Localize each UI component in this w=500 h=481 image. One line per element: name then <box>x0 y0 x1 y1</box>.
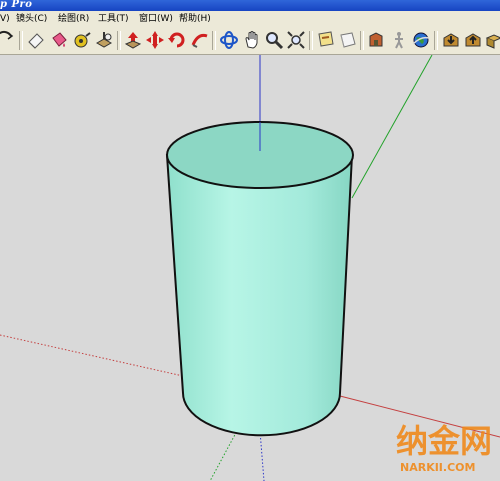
menu-camera[interactable]: 镜头(C) <box>16 11 47 27</box>
menu-tools[interactable]: 工具(T) <box>98 11 129 27</box>
blue-axis-negative <box>259 430 265 481</box>
green-axis <box>351 55 433 199</box>
watermark-logo: 纳金网 NARKII.COM <box>396 422 492 474</box>
green-axis-negative <box>209 428 239 481</box>
section-plane-icon[interactable] <box>316 30 336 50</box>
eraser-icon[interactable] <box>26 30 46 50</box>
rotate-icon[interactable] <box>167 30 187 50</box>
toolbar-separator <box>309 31 313 50</box>
follow-me-icon[interactable] <box>190 30 210 50</box>
google-earth-icon[interactable] <box>411 30 431 50</box>
cylinder-body[interactable] <box>165 154 354 437</box>
toolbar <box>0 27 500 55</box>
model-icon[interactable] <box>366 30 386 50</box>
walk-icon[interactable] <box>389 30 409 50</box>
paint-bucket-icon[interactable] <box>49 30 69 50</box>
get-models-icon[interactable] <box>441 30 461 50</box>
watermark-url: NARKII.COM <box>400 461 475 474</box>
watermark-brand: 纳金网 <box>396 422 492 460</box>
red-axis-negative <box>0 334 184 377</box>
push-pull-red-icon[interactable] <box>123 30 143 50</box>
share-model-icon[interactable] <box>463 30 483 50</box>
toolbar-separator <box>117 31 121 50</box>
menu-help[interactable]: 帮助(H) <box>179 11 211 27</box>
menu-window[interactable]: 窗口(W) <box>139 11 173 27</box>
pan-icon[interactable] <box>242 30 262 50</box>
components-icon[interactable] <box>485 30 500 50</box>
menu-bar: V) 镜头(C) 绘图(R) 工具(T) 窗口(W) 帮助(H) <box>0 11 500 28</box>
toolbar-separator <box>19 31 23 50</box>
offset-icon[interactable] <box>338 30 358 50</box>
orbit-partial-icon[interactable] <box>0 30 14 50</box>
zoom-icon[interactable] <box>264 30 284 50</box>
toolbar-separator <box>360 31 364 50</box>
tape-measure-icon[interactable] <box>72 30 92 50</box>
toolbar-separator <box>434 31 438 50</box>
orbit-icon[interactable] <box>219 30 239 50</box>
zoom-extents-icon[interactable] <box>286 30 306 50</box>
move-icon[interactable] <box>145 30 165 50</box>
title-bar: p Pro <box>0 0 500 11</box>
menu-draw[interactable]: 绘图(R) <box>58 11 89 27</box>
toolbar-separator <box>212 31 216 50</box>
modeling-viewport[interactable]: 纳金网 NARKII.COM <box>0 55 500 481</box>
menu-view[interactable]: V) <box>0 11 10 27</box>
push-pull-icon[interactable] <box>94 30 114 50</box>
window-title: p Pro <box>0 0 33 10</box>
